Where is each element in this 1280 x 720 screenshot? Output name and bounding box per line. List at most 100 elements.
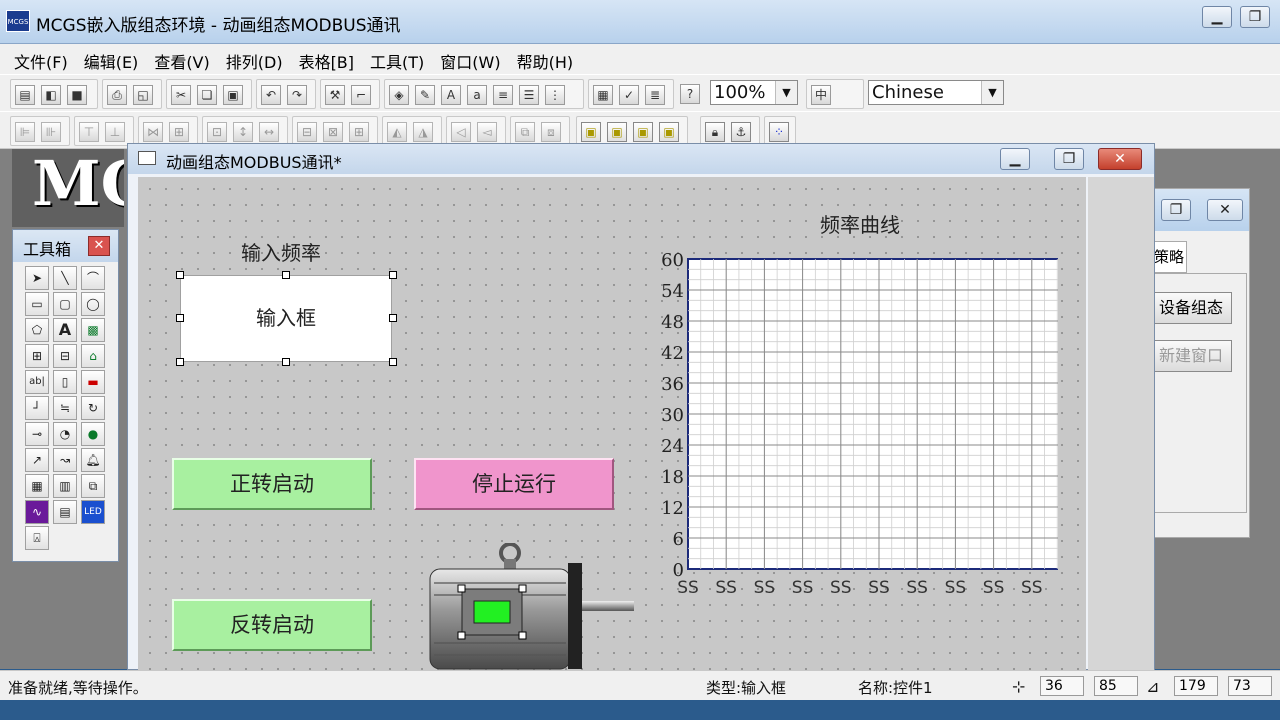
report-tool-icon[interactable]: ▤ [53,500,77,524]
font-color-icon[interactable]: A [441,85,461,105]
input-box-tool-icon[interactable]: ab| [25,370,49,394]
menu-window[interactable]: 窗口(W) [432,44,508,73]
menu-view[interactable]: 查看(V) [146,44,217,73]
chevron-down-icon[interactable]: ▼ [981,81,1003,104]
tools-icon[interactable]: ⚒ [325,85,345,105]
fill-color-icon[interactable]: ◈ [389,85,409,105]
rotate-left-icon[interactable]: ◭ [387,122,407,142]
forward-icon[interactable]: ▣ [633,122,653,142]
menu-file[interactable]: 文件(F) [6,44,76,73]
vertical-scrollbar[interactable] [1088,177,1154,671]
new-icon[interactable]: ▤ [15,85,35,105]
same-size-icon[interactable]: ↔ [259,122,279,142]
tab-strategy[interactable]: 策略 [1151,241,1187,273]
flow-block-tool-icon[interactable]: ⊞ [25,344,49,368]
design-restore-button[interactable]: ❐ [1054,148,1084,170]
anchor-icon[interactable]: ⚓︎ [731,122,751,142]
minimize-button[interactable]: ▁ [1202,6,1232,28]
rotate-right-icon[interactable]: ◮ [413,122,433,142]
align-icon[interactable]: ⌐ [351,85,371,105]
frequency-input-box[interactable]: 输入框 [180,275,392,362]
flip-h-icon[interactable]: ◁ [451,122,471,142]
table-tool-icon[interactable]: ▦ [25,474,49,498]
menu-arrange[interactable]: 排列(D) [218,44,291,73]
chevron-down-icon[interactable]: ▼ [775,81,797,104]
subwindow-tool-icon[interactable]: ⧉ [81,474,105,498]
data-table-tool-icon[interactable]: ▥ [53,474,77,498]
workbench-close-button[interactable]: ✕ [1207,199,1243,221]
pointer-tool-icon[interactable]: ➤ [25,266,49,290]
bitmap-tool-icon[interactable]: ▩ [81,318,105,342]
led-tool-icon[interactable]: LED [81,500,105,524]
polyline-tool-icon[interactable]: ≒ [53,396,77,420]
send-back-icon[interactable]: ▣ [607,122,627,142]
trend-chart-tool-icon[interactable]: ↗ [25,448,49,472]
resize-handle[interactable] [389,271,397,279]
center-h-icon[interactable]: ⋈ [143,122,163,142]
alarm-tool-icon[interactable]: 🔔︎ [81,448,105,472]
gauge-tool-icon[interactable]: ◔ [53,422,77,446]
polygon-tool-icon[interactable]: ⬠ [25,318,49,342]
new-window-button[interactable]: 新建窗口 [1152,340,1232,372]
workbench-restore-button[interactable]: ❐ [1161,199,1191,221]
undo-icon[interactable]: ↶ [261,85,281,105]
pipe-tool-icon[interactable]: ⊟ [53,344,77,368]
save-icon[interactable]: ■ [67,85,87,105]
check-icon[interactable]: ✓ [619,85,639,105]
motor-icon[interactable] [424,543,636,671]
connector-tool-icon[interactable]: ┘ [25,396,49,420]
close-icon[interactable]: ✕ [88,236,110,256]
properties-icon[interactable]: ▦ [593,85,613,105]
rotate-tool-icon[interactable]: ↻ [81,396,105,420]
flip-v-icon[interactable]: ◅ [477,122,497,142]
ungroup-icon[interactable]: ⧈ [541,122,561,142]
resize-handle[interactable] [282,358,290,366]
zoom-select[interactable]: 100% ▼ [710,80,798,105]
space-v-icon[interactable]: ⊠ [323,122,343,142]
rectangle-tool-icon[interactable]: ▭ [25,292,49,316]
button-tool-icon[interactable]: ▬ [81,370,105,394]
grid-dots-icon[interactable]: ⁘ [769,122,789,142]
resize-handle[interactable] [176,358,184,366]
align-bottom-icon[interactable]: ⊥ [105,122,125,142]
text-tool-icon[interactable]: A [53,318,77,342]
design-close-button[interactable]: ✕ [1098,148,1142,170]
group-icon[interactable]: ⧉ [515,122,535,142]
bring-front-icon[interactable]: ▣ [581,122,601,142]
cut-icon[interactable]: ✂ [171,85,191,105]
menu-table[interactable]: 表格[B] [291,44,362,73]
print-icon[interactable]: ⎙ [107,85,127,105]
backward-icon[interactable]: ▣ [659,122,679,142]
line-style-icon[interactable]: ≡ [493,85,513,105]
copy-icon[interactable]: ❏ [197,85,217,105]
space-even-icon[interactable]: ⊞ [349,122,369,142]
device-config-button[interactable]: 设备组态 [1152,292,1232,324]
center-v-icon[interactable]: ⊞ [169,122,189,142]
curve-tool-icon[interactable]: ∿ [25,500,49,524]
align-left-icon[interactable]: ⊫ [15,122,35,142]
resize-handle[interactable] [176,271,184,279]
indicator-tool-icon[interactable]: ● [81,422,105,446]
grid-icon[interactable]: ⋮ [545,85,565,105]
align-top-icon[interactable]: ⊤ [79,122,99,142]
ellipse-tool-icon[interactable]: ◯ [81,292,105,316]
slider-tool-icon[interactable]: ⊸ [25,422,49,446]
alarm-bar-tool-icon[interactable]: ⍓ [25,526,49,550]
line-tool-icon[interactable]: ╲ [53,266,77,290]
library-tool-icon[interactable]: ⌂ [81,344,105,368]
space-h-icon[interactable]: ⊟ [297,122,317,142]
lock-icon[interactable]: 🔒︎ [705,122,725,142]
stop-button[interactable]: 停止运行 [414,458,614,510]
reverse-start-button[interactable]: 反转启动 [172,599,372,651]
same-height-icon[interactable]: ↕ [233,122,253,142]
resize-handle[interactable] [389,314,397,322]
rounded-rect-tool-icon[interactable]: ▢ [53,292,77,316]
open-icon[interactable]: ◧ [41,85,61,105]
frequency-trend-chart[interactable]: 06121824303642485460SS SS SS SS SS SS SS SS SS SS… [618,253,1058,599]
redo-icon[interactable]: ↷ [287,85,307,105]
print-preview-icon[interactable]: ◱ [133,85,153,105]
menu-help[interactable]: 帮助(H) [509,44,582,73]
font-icon[interactable]: a [467,85,487,105]
same-width-icon[interactable]: ⊡ [207,122,227,142]
paste-icon[interactable]: ▣ [223,85,243,105]
